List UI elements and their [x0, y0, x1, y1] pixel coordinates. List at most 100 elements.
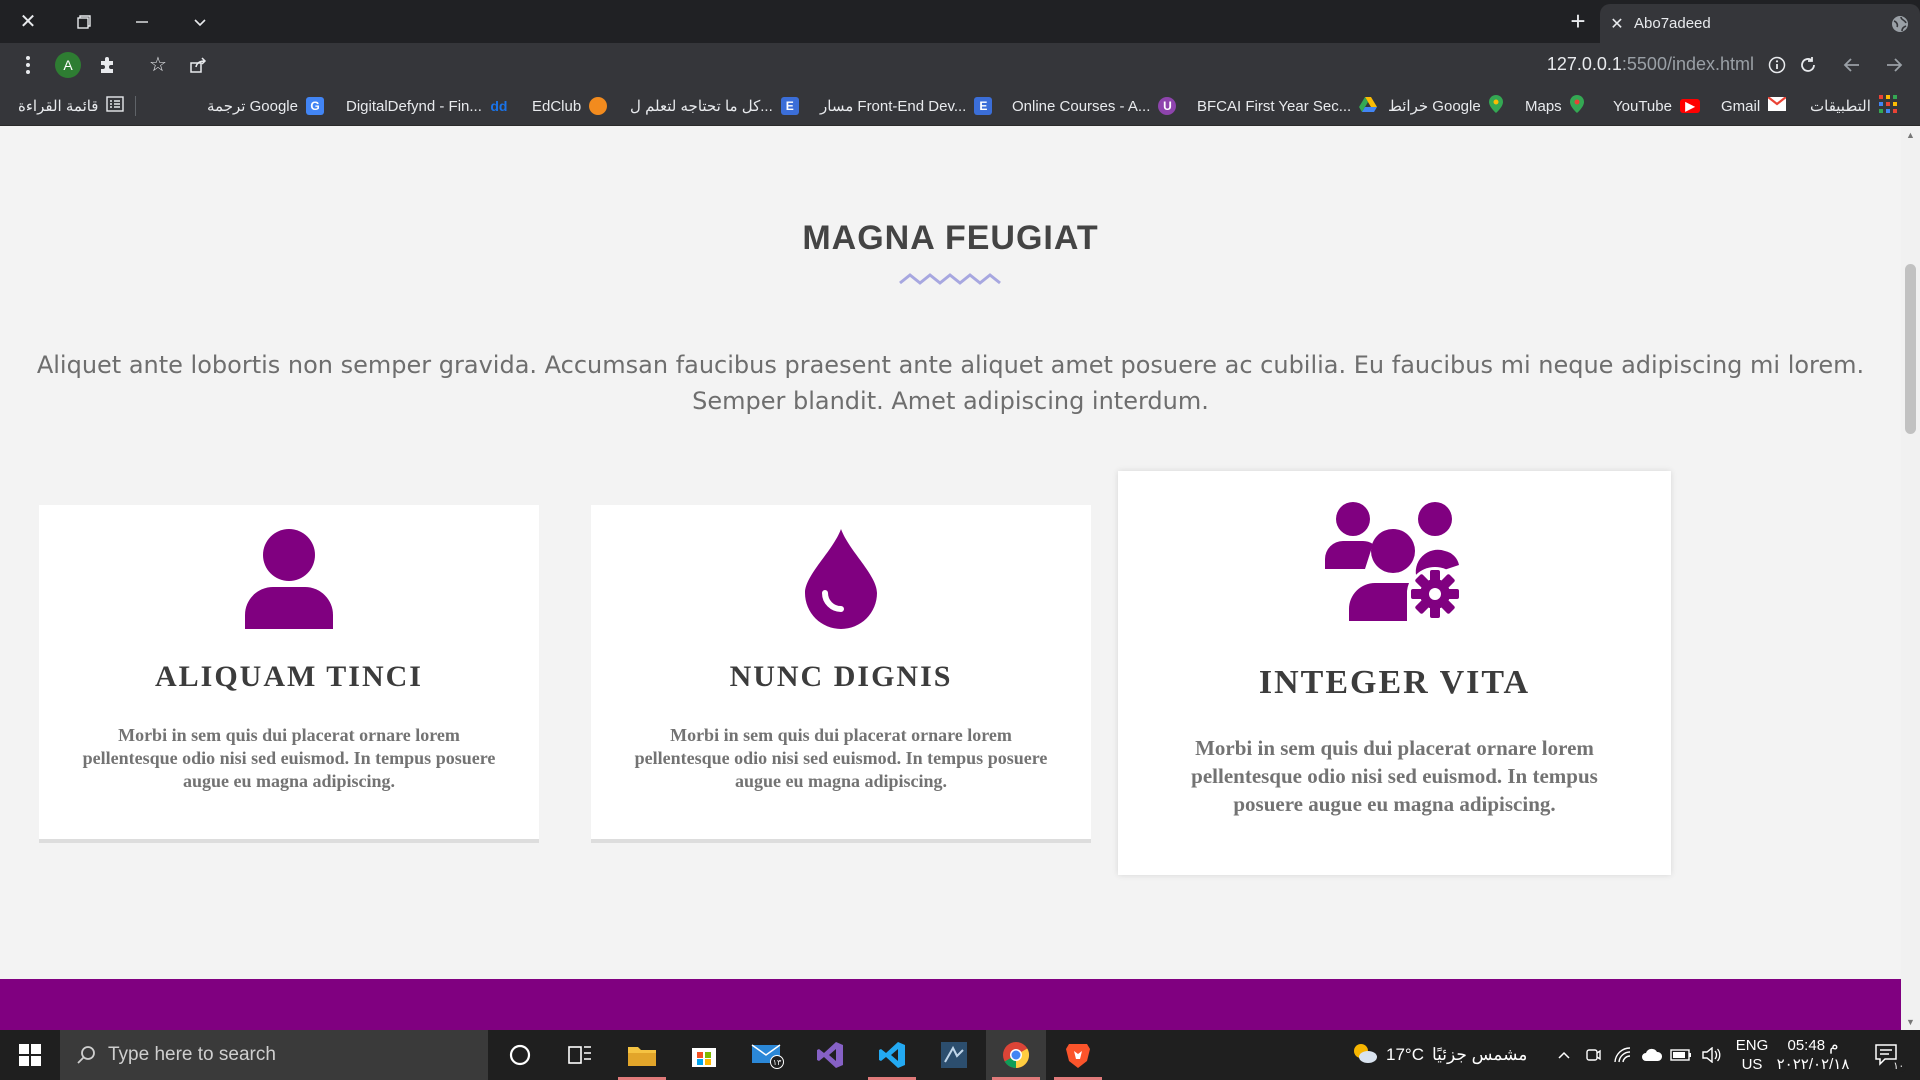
youtube-icon: ▶ [1679, 99, 1700, 113]
feature-card: NUNC DIGNIS Morbi in sem quis dui placer… [591, 505, 1091, 843]
site-info-icon[interactable] [1768, 56, 1786, 74]
volume-icon[interactable] [1698, 1030, 1724, 1080]
bookmark-edclub[interactable]: EdClub [532, 86, 608, 126]
weather-widget[interactable]: 17°C مشمس جزئيًا [1352, 1030, 1542, 1080]
bookmark-star-icon[interactable]: ☆ [138, 43, 178, 86]
e-icon: E [780, 97, 799, 115]
file-explorer-icon[interactable] [612, 1030, 672, 1080]
udemy-icon: U [1158, 97, 1177, 115]
page-scrollbar[interactable]: ▲ ▼ [1901, 127, 1920, 1030]
vscode-icon[interactable] [862, 1030, 922, 1080]
bookmark-gmail[interactable]: Gmail [1721, 86, 1787, 126]
partly-sunny-icon [1352, 1042, 1378, 1069]
clock-time: 05:48 م [1787, 1037, 1839, 1054]
ssms-icon[interactable] [924, 1030, 984, 1080]
dd-icon: dd [490, 98, 508, 114]
weather-temp: 17°C [1386, 1045, 1424, 1064]
back-arrow-icon[interactable] [1832, 43, 1872, 86]
input-region: US [1741, 1056, 1763, 1073]
bookmark-learn[interactable]: كل ما تحتاجه لتعلم ل... E [630, 86, 799, 126]
bookmark-label: Maps [1525, 97, 1562, 115]
scroll-down-arrow-icon[interactable]: ▼ [1901, 1014, 1920, 1030]
input-language-button[interactable]: ENG US [1730, 1030, 1774, 1080]
bookmarks-bar: قائمة القراءة ترجمة Google G DigitalDefy… [0, 86, 1920, 126]
bookmark-apps[interactable]: التطبيقات [1810, 86, 1897, 126]
apps-grid-icon [1878, 95, 1897, 117]
new-tab-button[interactable]: + [1556, 0, 1600, 43]
bookmark-label: مسار Front-End Dev... [820, 98, 967, 115]
edclub-icon [589, 97, 608, 115]
meet-now-icon[interactable] [1580, 1030, 1606, 1080]
tab-active[interactable]: ✕ Abo7adeed [1600, 4, 1920, 43]
onedrive-cloud-icon[interactable] [1638, 1030, 1666, 1080]
card-text: Morbi in sem quis dui placerat ornare lo… [634, 725, 1048, 791]
bookmark-google-translate[interactable]: ترجمة Google G [207, 86, 324, 126]
bookmark-maps[interactable]: Maps [1525, 86, 1584, 126]
notifications-button[interactable]: ١٠ [1862, 1030, 1912, 1080]
browser-toolbar: A ☆ 127.0.0.1:5500/index.html [0, 43, 1920, 86]
brave-icon[interactable] [1048, 1030, 1108, 1080]
card-title: ALIQUAM TINCI [155, 660, 423, 693]
input-language: ENG [1735, 1037, 1769, 1054]
bookmark-label: DigitalDefynd - Fin... [346, 97, 482, 115]
users-cog-icon [1118, 499, 1671, 621]
card-title: INTEGER VITA [1258, 664, 1531, 701]
wavy-divider-icon [899, 273, 1001, 285]
wifi-icon[interactable] [1610, 1030, 1636, 1080]
tab-search-chevron-icon[interactable] [178, 0, 222, 43]
bookmark-frontend-path[interactable]: مسار Front-End Dev... E [820, 86, 993, 126]
bookmark-label: BFCAI First Year Sec... [1197, 97, 1352, 115]
windows-start-icon[interactable] [0, 1030, 60, 1080]
minimize-window-icon[interactable] [120, 0, 164, 43]
reading-list-icon [106, 95, 125, 117]
bookmark-label: Online Courses - A... [1012, 97, 1151, 115]
reading-list-button[interactable]: قائمة القراءة [18, 86, 125, 126]
scroll-up-arrow-icon[interactable]: ▲ [1901, 127, 1920, 143]
share-icon[interactable] [178, 43, 218, 86]
forward-arrow-icon[interactable] [1874, 43, 1914, 86]
bookmark-digitaldefynd[interactable]: DigitalDefynd - Fin... dd [346, 86, 508, 126]
extensions-puzzle-icon[interactable] [88, 43, 128, 86]
chrome-icon[interactable] [986, 1030, 1046, 1080]
bookmark-youtube[interactable]: YouTube ▶ [1613, 86, 1700, 126]
search-placeholder: Type here to search [108, 1044, 276, 1065]
mail-icon[interactable]: ١٣ [738, 1030, 798, 1080]
bookmark-bfcai[interactable]: BFCAI First Year Sec... [1197, 86, 1378, 126]
scrollbar-thumb[interactable] [1905, 264, 1916, 434]
bookmark-label: التطبيقات [1810, 98, 1871, 115]
tab-title: Abo7adeed [1634, 15, 1711, 32]
clock-date: ٢٠٢٢/٠٢/١٨ [1776, 1056, 1850, 1073]
tray-chevron-up-icon[interactable] [1550, 1030, 1578, 1080]
search-icon [76, 1045, 96, 1065]
bookmark-label: خرائط Google [1388, 98, 1481, 115]
task-view-icon[interactable] [550, 1030, 610, 1080]
tab-close-icon[interactable]: ✕ [1600, 14, 1634, 34]
address-bar[interactable]: 127.0.0.1:5500/index.html [1547, 43, 1786, 86]
taskbar-search-input[interactable]: Type here to search [60, 1030, 488, 1080]
footer-band [0, 979, 1901, 1030]
battery-icon[interactable] [1668, 1030, 1694, 1080]
bookmark-online-courses[interactable]: Online Courses - A... U [1012, 86, 1177, 126]
cortana-icon[interactable] [490, 1030, 550, 1080]
browser-titlebar: ✕ + ✕ Abo7adeed [0, 0, 1920, 43]
close-window-icon[interactable]: ✕ [6, 0, 50, 43]
visual-studio-icon[interactable] [800, 1030, 860, 1080]
bookmark-label: Gmail [1721, 97, 1761, 115]
card-text: Morbi in sem quis dui placerat ornare lo… [1191, 736, 1598, 816]
translate-icon: G [305, 97, 324, 115]
url-host: 127.0.0.1 [1546, 54, 1622, 74]
microsoft-store-icon[interactable] [674, 1030, 734, 1080]
bookmark-label: YouTube [1613, 97, 1672, 115]
menu-kebab-icon[interactable] [8, 43, 48, 86]
drive-icon [1359, 96, 1378, 116]
bookmark-google-maps-ar[interactable]: خرائط Google [1388, 86, 1503, 126]
clock[interactable]: 05:48 م ٢٠٢٢/٠٢/١٨ [1776, 1030, 1850, 1080]
user-icon [39, 529, 539, 629]
bookmark-label: EdClub [532, 97, 582, 115]
profile-avatar[interactable]: A [48, 43, 88, 86]
reload-icon[interactable] [1788, 43, 1828, 86]
restore-window-icon[interactable] [62, 0, 106, 43]
page-viewport: MAGNA FEUGIAT Aliquet ante lobortis non … [0, 127, 1901, 1030]
reading-list-label: قائمة القراءة [18, 98, 99, 115]
maps-icon [1569, 95, 1584, 117]
